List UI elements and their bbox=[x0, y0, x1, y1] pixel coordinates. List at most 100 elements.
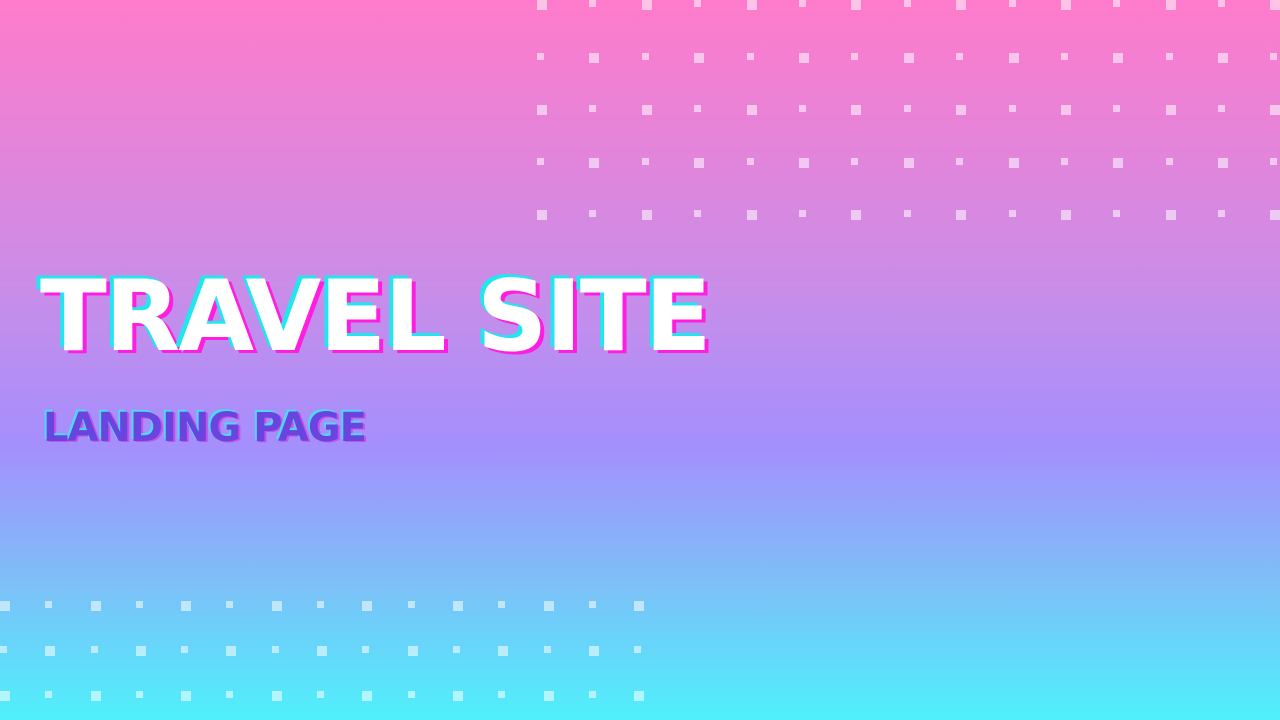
decorative-dot bbox=[0, 691, 10, 701]
decorative-dot bbox=[1060, 210, 1071, 220]
decorative-dot bbox=[135, 646, 146, 656]
decorative-dot bbox=[90, 646, 98, 653]
decorative-dot bbox=[226, 691, 234, 698]
decorative-dot bbox=[694, 210, 702, 217]
decorative-dot bbox=[903, 52, 914, 63]
decorative-dot bbox=[798, 105, 806, 112]
decorative-dot bbox=[694, 157, 705, 168]
decorative-dot bbox=[0, 601, 10, 611]
decorative-dot bbox=[498, 646, 509, 656]
decorative-dot bbox=[1165, 0, 1176, 10]
decorative-dot bbox=[1218, 157, 1229, 168]
decorative-dot bbox=[634, 646, 642, 653]
decorative-dot bbox=[362, 601, 373, 611]
decorative-dot bbox=[641, 105, 652, 115]
decorative-dot bbox=[226, 601, 234, 608]
decorative-dot bbox=[634, 691, 645, 701]
decorative-dot bbox=[362, 646, 370, 653]
decorative-dot bbox=[537, 52, 544, 60]
decorative-dot bbox=[135, 691, 143, 698]
decorative-dot bbox=[498, 601, 506, 608]
decorative-dot bbox=[1113, 52, 1124, 63]
decorative-dot bbox=[317, 691, 325, 698]
decorative-dot bbox=[181, 646, 189, 653]
decorative-dot bbox=[589, 0, 597, 7]
decorative-dot bbox=[90, 691, 101, 701]
decorative-dot bbox=[1270, 157, 1278, 165]
decorative-dot bbox=[589, 52, 600, 63]
decorative-dot bbox=[45, 646, 56, 656]
decorative-dot bbox=[407, 601, 415, 608]
decorative-dot bbox=[956, 157, 964, 165]
decorative-dot bbox=[851, 0, 862, 10]
decorative-dot bbox=[641, 52, 649, 60]
decorative-dot bbox=[0, 646, 7, 653]
decorative-dot bbox=[226, 646, 237, 656]
decorative-dot bbox=[543, 601, 554, 611]
decorative-dot bbox=[1113, 210, 1121, 217]
decorative-dot bbox=[851, 52, 859, 60]
decorative-dot bbox=[1113, 157, 1124, 168]
decorative-dot bbox=[407, 646, 418, 656]
decorative-dot bbox=[746, 105, 757, 115]
decorative-dot bbox=[1165, 157, 1173, 165]
decorative-dot bbox=[452, 646, 460, 653]
decorative-dot bbox=[588, 691, 596, 698]
decorative-dot bbox=[798, 157, 809, 168]
decorative-dot bbox=[1060, 105, 1071, 115]
decorative-dot bbox=[1113, 0, 1121, 7]
decorative-dot bbox=[956, 52, 964, 60]
decorative-dot bbox=[851, 105, 862, 115]
decorative-dot bbox=[362, 691, 373, 701]
decorative-dot bbox=[589, 157, 600, 168]
decorative-dot bbox=[798, 52, 809, 63]
decorative-dot bbox=[1218, 0, 1226, 7]
decorative-dot bbox=[90, 601, 101, 611]
decorative-dot bbox=[903, 0, 911, 7]
decorative-dot bbox=[1270, 0, 1280, 10]
decorative-dot bbox=[452, 601, 463, 611]
decorative-dot bbox=[694, 105, 702, 112]
decorative-dot bbox=[537, 105, 547, 115]
decorative-dot bbox=[956, 105, 967, 115]
slide-canvas: TRAVEL SITE LANDING PAGE bbox=[0, 0, 1280, 720]
decorative-dot bbox=[317, 646, 328, 656]
decorative-dot bbox=[746, 52, 754, 60]
decorative-dot bbox=[903, 157, 914, 168]
decorative-dot bbox=[1165, 105, 1176, 115]
decorative-dot bbox=[317, 601, 325, 608]
decorative-dot bbox=[1060, 157, 1068, 165]
decorative-dot bbox=[851, 210, 862, 220]
decorative-dot bbox=[746, 210, 757, 220]
decorative-dot bbox=[641, 157, 649, 165]
decorative-dot bbox=[537, 0, 547, 10]
bottom-dot-pattern bbox=[0, 601, 679, 720]
decorative-dot bbox=[271, 691, 282, 701]
decorative-dot bbox=[903, 105, 911, 112]
decorative-dot bbox=[851, 157, 859, 165]
decorative-dot bbox=[452, 691, 463, 701]
decorative-dot bbox=[694, 0, 702, 7]
decorative-dot bbox=[589, 105, 597, 112]
decorative-dot bbox=[1218, 105, 1226, 112]
decorative-dot bbox=[135, 601, 143, 608]
decorative-dot bbox=[746, 157, 754, 165]
decorative-dot bbox=[1008, 52, 1019, 63]
decorative-dot bbox=[746, 0, 757, 10]
decorative-dot bbox=[1270, 105, 1280, 115]
decorative-dot bbox=[1008, 105, 1016, 112]
decorative-dot bbox=[634, 601, 645, 611]
hero-subtitle: LANDING PAGE bbox=[43, 405, 367, 451]
decorative-dot bbox=[589, 210, 597, 217]
decorative-dot bbox=[45, 691, 53, 698]
decorative-dot bbox=[1060, 52, 1068, 60]
decorative-dot bbox=[537, 157, 544, 165]
decorative-dot bbox=[694, 52, 705, 63]
decorative-dot bbox=[1165, 210, 1176, 220]
decorative-dot bbox=[956, 210, 967, 220]
decorative-dot bbox=[641, 210, 652, 220]
decorative-dot bbox=[181, 691, 192, 701]
decorative-dot bbox=[1113, 105, 1121, 112]
decorative-dot bbox=[1218, 210, 1226, 217]
top-dot-pattern bbox=[537, 0, 1280, 263]
